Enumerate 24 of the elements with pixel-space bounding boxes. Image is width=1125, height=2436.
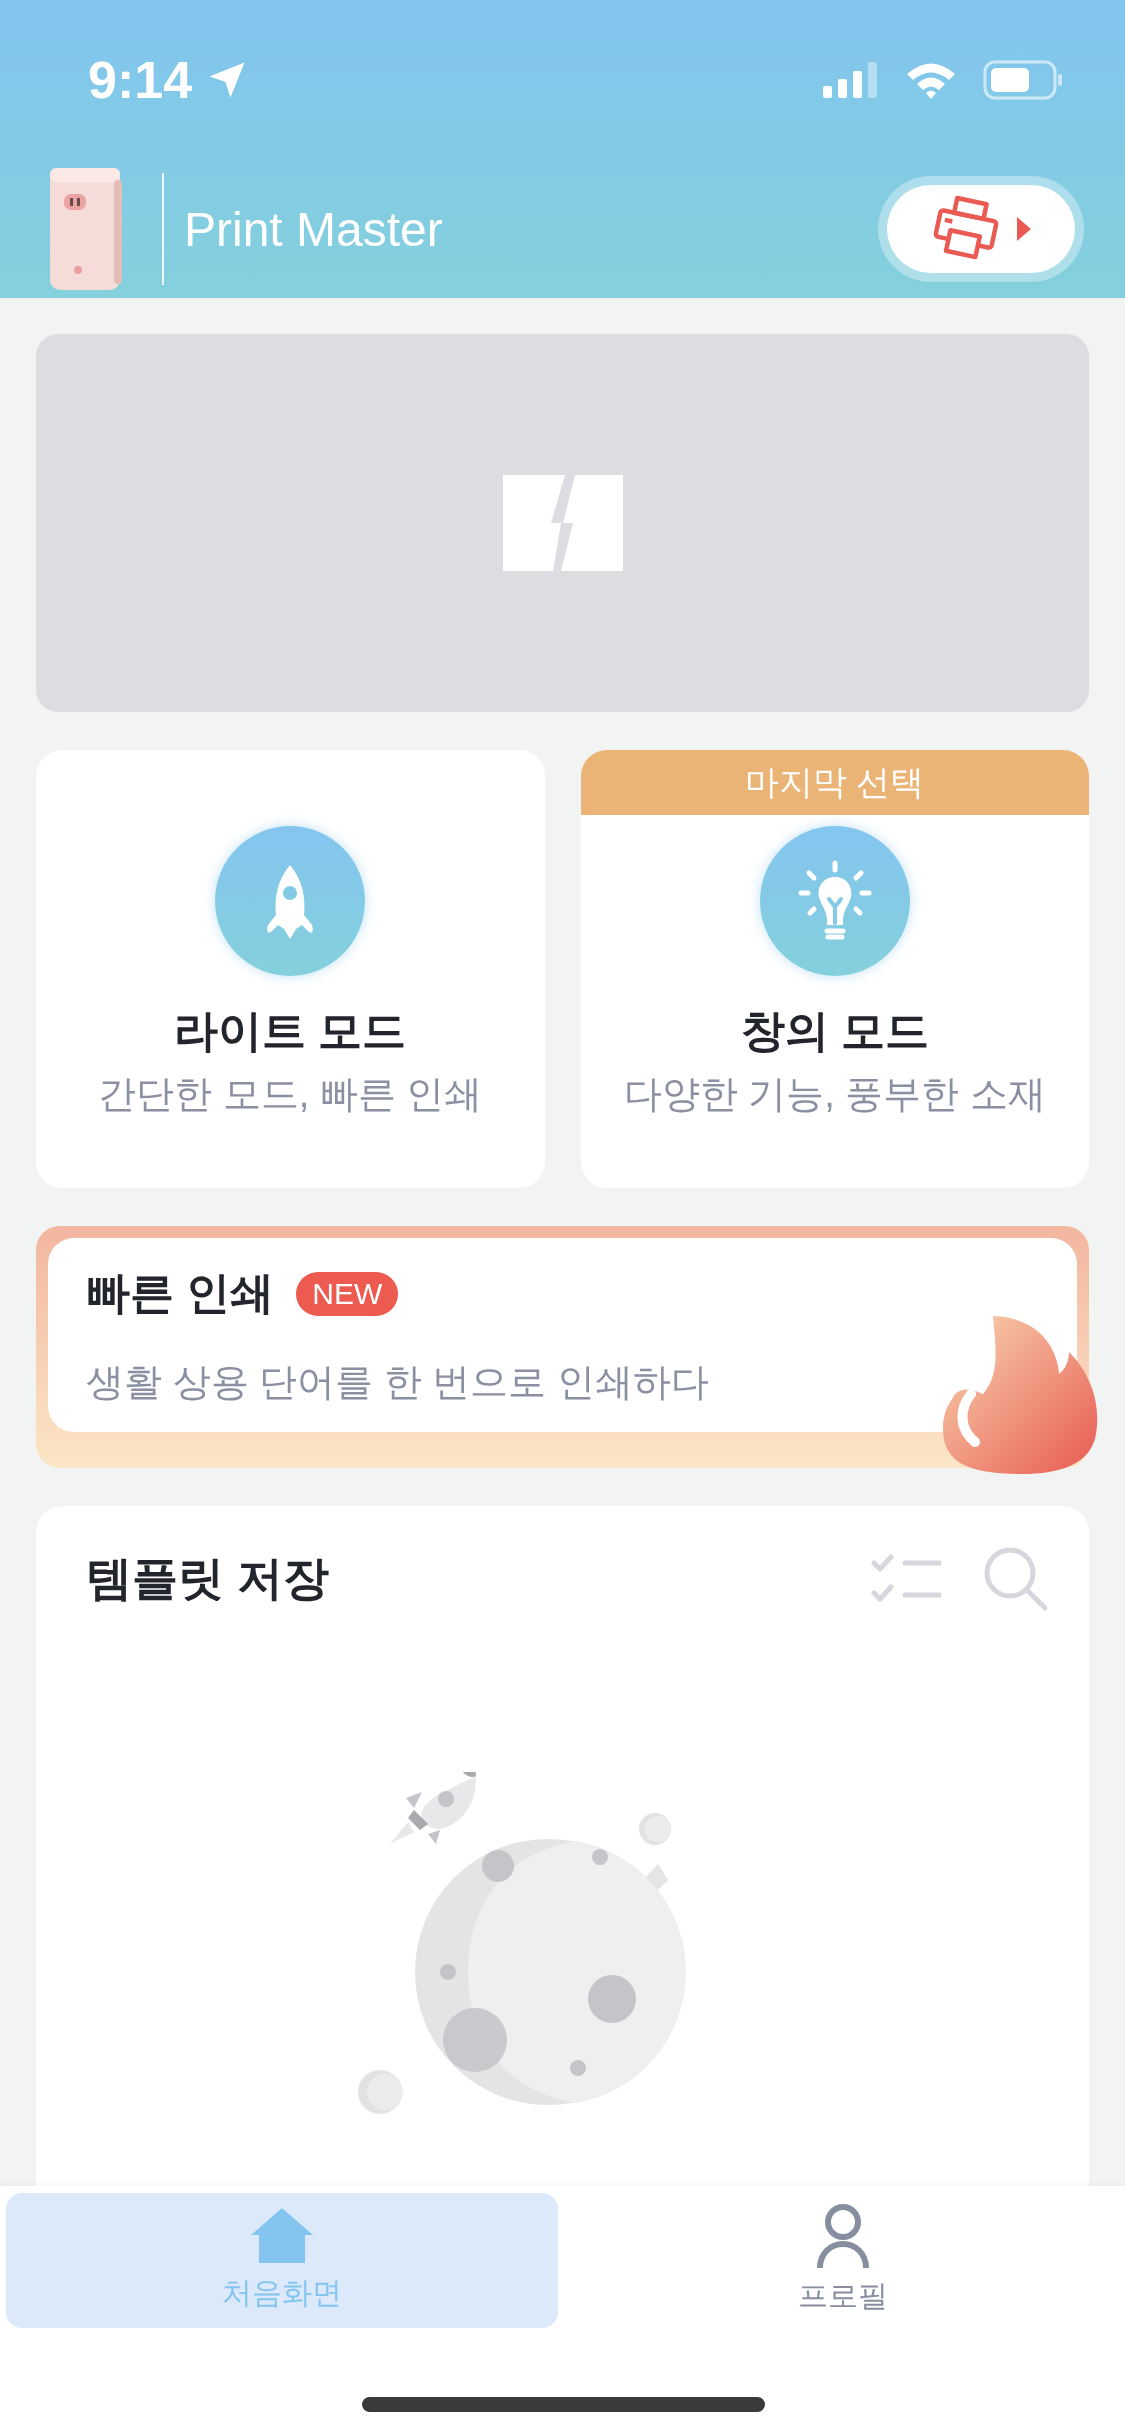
ribbon-label: 마지막 선택 — [580, 750, 1089, 815]
quick-print-description: 생활 상용 단어를 한 번으로 인쇄하다 — [86, 1360, 710, 1405]
app-title: Print Master — [184, 201, 444, 257]
mode-subtitle: 다양한 기능, 풍부한 소재 — [623, 1072, 1046, 1117]
quick-print-title: 빠른 인쇄 — [86, 1267, 275, 1319]
new-badge: NEW — [296, 1271, 399, 1316]
battery-icon — [983, 60, 1063, 100]
mode-card[interactable]: 라이트 모드 간단한 모드, 빠른 인쇄 — [36, 750, 545, 1188]
person-icon — [816, 2204, 871, 2268]
image-placeholder-icon — [502, 475, 623, 571]
search-icon[interactable] — [983, 1546, 1049, 1612]
templates-title: 템플릿 저장 — [86, 1551, 330, 1606]
wifi-icon — [905, 61, 957, 99]
mode-title: 라이트 모드 — [174, 1005, 407, 1057]
banner-card[interactable] — [36, 334, 1089, 712]
status-time: 9:14 — [88, 50, 193, 110]
mode-subtitle: 간단한 모드, 빠른 인쇄 — [98, 1072, 483, 1117]
signal-icon — [823, 62, 879, 98]
quick-print-card[interactable]: 빠른 인쇄 NEW 생활 상용 단어를 한 번으로 인쇄하다 — [36, 1226, 1089, 1468]
caret-icon — [1016, 216, 1032, 242]
mode-card[interactable]: 마지막 선택 창의 모드 다양한 기능, 풍부한 소재 — [580, 750, 1089, 1188]
mode-title: 창의 모드 — [740, 1005, 929, 1057]
home-icon — [249, 2207, 314, 2265]
printer-button[interactable] — [887, 185, 1075, 273]
